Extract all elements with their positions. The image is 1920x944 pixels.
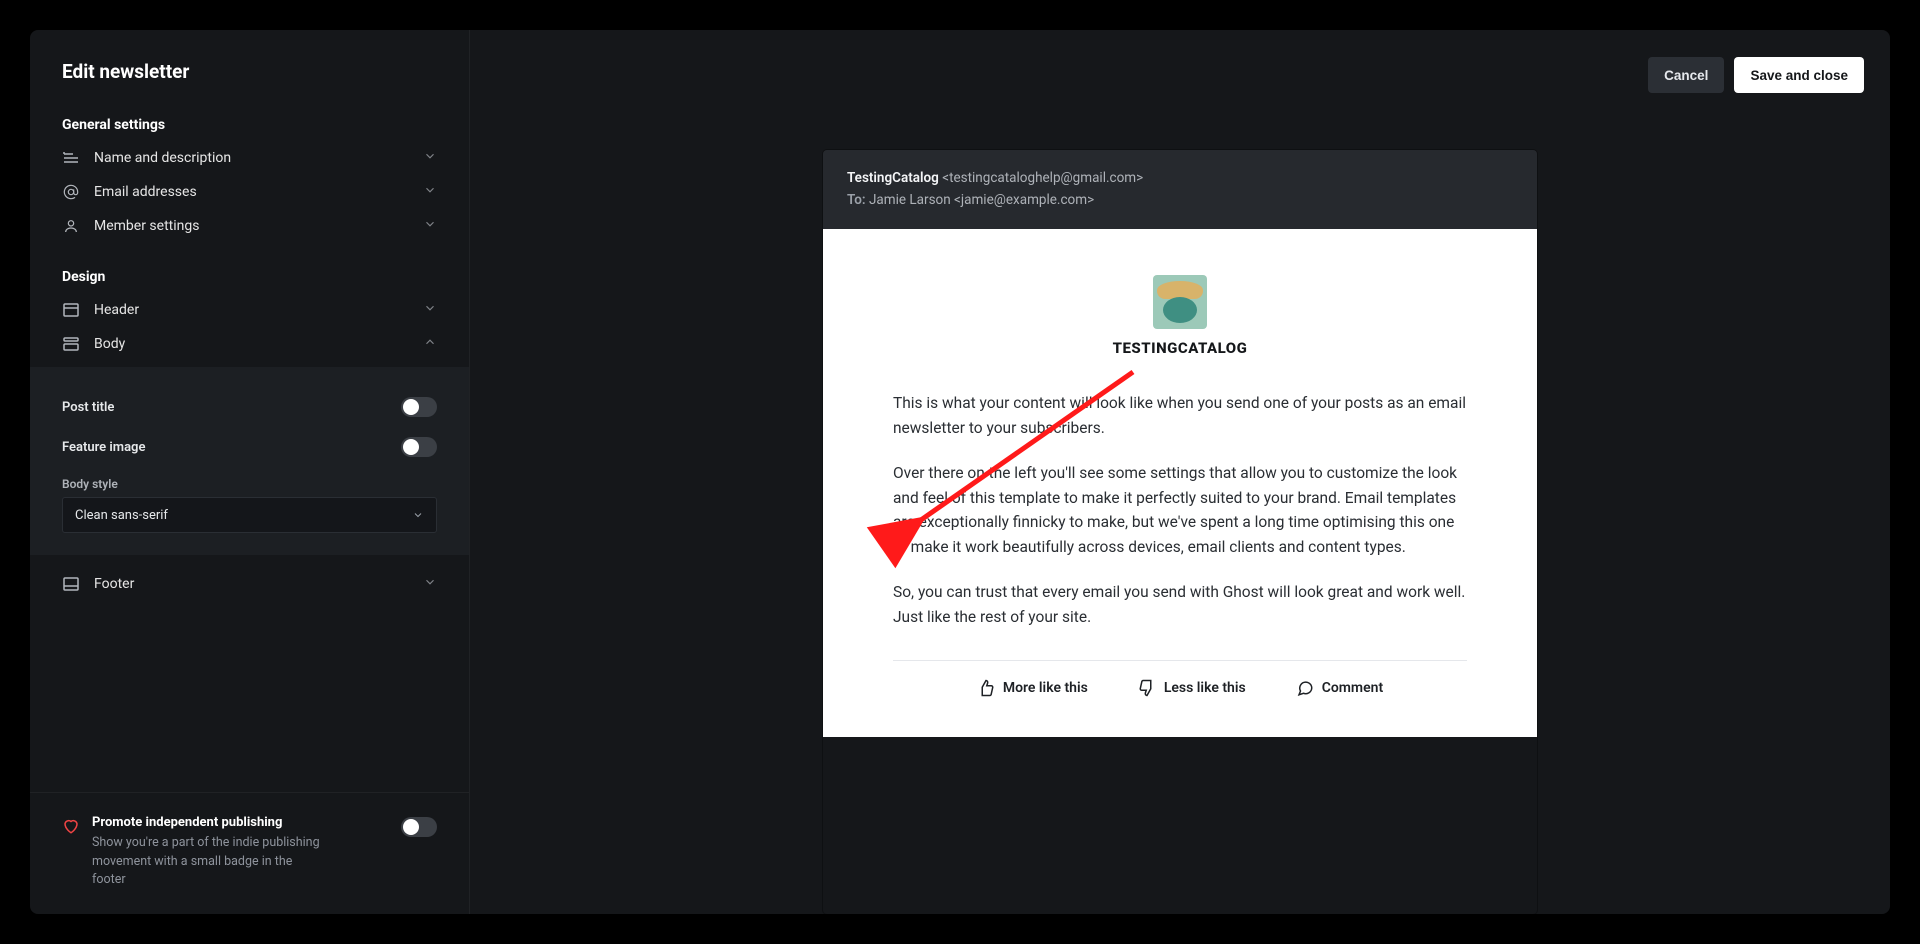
- layout-body-icon: [62, 337, 80, 351]
- chevron-down-icon: [423, 575, 437, 593]
- layout-footer-icon: [62, 577, 80, 591]
- preview-area: TestingCatalog <testingcataloghelp@gmail…: [470, 120, 1890, 914]
- promote-desc: Show you're a part of the indie publishi…: [92, 834, 322, 890]
- text-lines-icon: [62, 151, 80, 165]
- paragraph: This is what your content will look like…: [893, 391, 1467, 441]
- email-body: TESTINGCATALOG This is what your content…: [823, 229, 1537, 736]
- row-name-description[interactable]: Name and description: [30, 141, 469, 175]
- cancel-button[interactable]: Cancel: [1648, 57, 1724, 93]
- action-label: Comment: [1322, 680, 1383, 696]
- promote-toggle[interactable]: [401, 817, 437, 837]
- from-email: <testingcataloghelp@gmail.com>: [942, 170, 1143, 186]
- switch-feature-image: Feature image: [62, 427, 437, 467]
- at-icon: [62, 184, 80, 200]
- brand-avatar-icon: [1153, 275, 1207, 329]
- thumbs-down-icon: [1138, 679, 1156, 697]
- feature-image-label: Feature image: [62, 440, 145, 455]
- panel-title: Edit newsletter: [30, 30, 469, 103]
- to-label: To:: [847, 192, 866, 208]
- email-actions: More like this Less like this: [893, 679, 1467, 697]
- row-member-settings[interactable]: Member settings: [30, 209, 469, 243]
- chevron-down-icon: [423, 217, 437, 235]
- comment-icon: [1296, 679, 1314, 697]
- section-general-label: General settings: [30, 103, 469, 141]
- brand-name: TESTINGCATALOG: [893, 339, 1467, 357]
- email-content: This is what your content will look like…: [893, 391, 1467, 629]
- heart-icon: [62, 815, 80, 890]
- email-preview-card: TestingCatalog <testingcataloghelp@gmail…: [823, 150, 1537, 914]
- row-header[interactable]: Header: [30, 293, 469, 327]
- row-footer[interactable]: Footer: [30, 555, 469, 613]
- chevron-down-icon: [423, 301, 437, 319]
- email-to-line: To: Jamie Larson <jamie@example.com>: [847, 190, 1513, 212]
- row-label: Header: [94, 302, 409, 318]
- action-more-like-this[interactable]: More like this: [977, 679, 1088, 697]
- divider: [893, 660, 1467, 661]
- thumbs-up-icon: [977, 679, 995, 697]
- action-comment[interactable]: Comment: [1296, 679, 1383, 697]
- chevron-down-icon: [423, 149, 437, 167]
- from-name: TestingCatalog: [847, 170, 939, 186]
- row-label: Name and description: [94, 150, 409, 166]
- row-email-addresses[interactable]: Email addresses: [30, 175, 469, 209]
- action-label: More like this: [1003, 680, 1088, 696]
- save-button[interactable]: Save and close: [1734, 57, 1864, 93]
- chevron-down-icon: [412, 509, 424, 521]
- row-label: Email addresses: [94, 184, 409, 200]
- promote-title: Promote independent publishing: [92, 815, 389, 830]
- section-design-label: Design: [30, 243, 469, 293]
- chevron-up-icon: [423, 335, 437, 353]
- preview-pane: Cancel Save and close Testing: [470, 30, 1890, 914]
- user-icon: [62, 218, 80, 234]
- body-settings-panel: Post title Feature image Body style Clea…: [30, 367, 469, 555]
- to-value: Jamie Larson <jamie@example.com>: [869, 192, 1094, 208]
- post-title-toggle[interactable]: [401, 397, 437, 417]
- body-style-label: Body style: [62, 467, 437, 497]
- sidebar: Edit newsletter General settings Name an…: [30, 30, 470, 914]
- body-style-value: Clean sans-serif: [75, 508, 168, 523]
- email-header: TestingCatalog <testingcataloghelp@gmail…: [823, 150, 1537, 229]
- newsletter-editor-modal: Edit newsletter General settings Name an…: [30, 30, 1890, 914]
- row-body[interactable]: Body: [30, 327, 469, 361]
- promote-block: Promote independent publishing Show you'…: [30, 792, 469, 914]
- row-label: Body: [94, 336, 409, 352]
- body-style-select[interactable]: Clean sans-serif: [62, 497, 437, 533]
- feature-image-toggle[interactable]: [401, 437, 437, 457]
- action-less-like-this[interactable]: Less like this: [1138, 679, 1246, 697]
- row-label: Member settings: [94, 218, 409, 234]
- toolbar: Cancel Save and close: [470, 30, 1890, 120]
- brand-block: TESTINGCATALOG: [893, 275, 1467, 391]
- paragraph: Over there on the left you'll see some s…: [893, 461, 1467, 560]
- email-from-line: TestingCatalog <testingcataloghelp@gmail…: [847, 168, 1513, 190]
- post-title-label: Post title: [62, 400, 114, 415]
- row-label: Footer: [94, 576, 409, 592]
- layout-header-icon: [62, 303, 80, 317]
- chevron-down-icon: [423, 183, 437, 201]
- switch-post-title: Post title: [62, 387, 437, 427]
- paragraph: So, you can trust that every email you s…: [893, 580, 1467, 630]
- action-label: Less like this: [1164, 680, 1246, 696]
